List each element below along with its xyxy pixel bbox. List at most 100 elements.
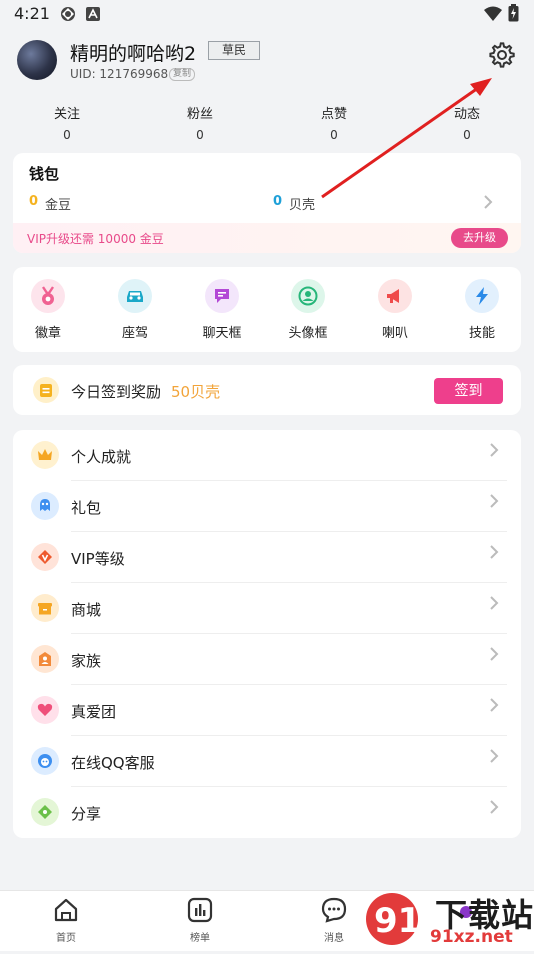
menu-item-family[interactable]: 家族 [13, 634, 521, 685]
signin-text: 今日签到奖励 [71, 383, 162, 401]
feature-label: 座驾 [121, 326, 148, 341]
copy-uid-button[interactable]: 复制 [169, 68, 196, 81]
stat-following[interactable]: 关注 0 [27, 103, 107, 142]
menu-item-shop[interactable]: 商城 [13, 583, 521, 634]
feature-label: 徽章 [34, 326, 61, 341]
feature-label: 喇叭 [381, 326, 408, 341]
wallet-card[interactable]: 钱包 0 金豆 0 贝壳 VIP升级还需 10000 金豆 去升级 [13, 153, 521, 253]
globe-icon [60, 6, 76, 26]
chevron-right-icon [483, 194, 493, 214]
wifi-icon [484, 6, 502, 25]
menu-label: 个人成就 [71, 448, 132, 466]
menu-label: VIP等级 [71, 550, 125, 568]
watermark-number: 91 [374, 901, 421, 941]
shop-icon [31, 594, 59, 622]
avatar-frame-icon [291, 279, 325, 313]
menu-label: 家族 [71, 652, 102, 670]
feature-label: 技能 [468, 326, 495, 341]
chevron-right-icon [489, 748, 499, 768]
menu-item-qq-service[interactable]: 在线QQ客服 [13, 736, 521, 787]
stat-value: 0 [330, 128, 338, 142]
tab-label: 榜单 [190, 933, 210, 944]
feature-skill[interactable]: 技能 [447, 267, 517, 352]
rank-badge: 草民 [208, 41, 260, 60]
vip-upgrade-bar: VIP升级还需 10000 金豆 去升级 [13, 223, 521, 253]
menu-list: 个人成就 礼包 VIP等级 商城 家族 真爱团 在线QQ客服 分享 [13, 430, 521, 838]
chevron-right-icon [489, 442, 499, 462]
chevron-right-icon [489, 595, 499, 615]
gift-pack-icon [31, 492, 59, 520]
heart-group-icon [31, 696, 59, 724]
ranking-icon [187, 897, 213, 923]
menu-item-true-love-group[interactable]: 真爱团 [13, 685, 521, 736]
qq-service-icon [31, 747, 59, 775]
share-icon [31, 798, 59, 826]
shell-value: 0 [273, 194, 283, 209]
menu-label: 在线QQ客服 [71, 754, 155, 772]
chevron-right-icon [489, 493, 499, 513]
settings-gear-icon[interactable] [488, 41, 516, 69]
feature-badge[interactable]: 徽章 [13, 267, 83, 352]
feature-label: 聊天框 [202, 326, 242, 341]
signin-reward: 50贝壳 [171, 383, 221, 401]
menu-label: 分享 [71, 805, 102, 823]
car-icon [118, 279, 152, 313]
wallet-title: 钱包 [29, 165, 60, 183]
avatar[interactable] [17, 40, 57, 80]
vip-icon [31, 543, 59, 571]
chat-frame-icon [205, 279, 239, 313]
menu-label: 商城 [71, 601, 102, 619]
chevron-right-icon [489, 544, 499, 564]
feature-speaker[interactable]: 喇叭 [360, 267, 430, 352]
stat-fans[interactable]: 粉丝 0 [160, 103, 240, 142]
speaker-icon [378, 279, 412, 313]
shell-label: 贝壳 [289, 198, 316, 213]
feature-car[interactable]: 座驾 [100, 267, 170, 352]
gold-bean-value: 0 [29, 194, 39, 209]
stat-label: 关注 [53, 107, 80, 122]
badge-icon [31, 279, 65, 313]
stat-value: 0 [196, 128, 204, 142]
menu-item-vip-level[interactable]: VIP等级 [13, 532, 521, 583]
signin-button[interactable]: 签到 [434, 378, 503, 404]
upgrade-button[interactable]: 去升级 [451, 228, 508, 248]
feature-avatar-frame[interactable]: 头像框 [273, 267, 343, 352]
stat-label: 粉丝 [186, 107, 213, 122]
chevron-right-icon [489, 646, 499, 666]
chevron-right-icon [489, 697, 499, 717]
home-icon [54, 898, 78, 922]
stat-value: 0 [463, 128, 471, 142]
vip-upgrade-text: VIP升级还需 10000 金豆 [27, 232, 164, 246]
feature-label: 头像框 [288, 326, 328, 341]
status-bar: 4:21 [0, 0, 534, 28]
stat-value: 0 [63, 128, 71, 142]
stat-label: 动态 [453, 107, 480, 122]
daily-signin-card: 今日签到奖励 50贝壳 签到 [13, 365, 521, 415]
crown-icon [31, 441, 59, 469]
tab-ranking[interactable]: 榜单 [160, 897, 240, 944]
tab-label: 首页 [56, 933, 76, 944]
app-icon [86, 6, 100, 25]
menu-item-share[interactable]: 分享 [13, 787, 521, 838]
lightning-icon [465, 279, 499, 313]
feature-chat-frame[interactable]: 聊天框 [187, 267, 257, 352]
stat-label: 点赞 [320, 107, 347, 122]
calendar-icon [33, 377, 59, 403]
gold-bean-label: 金豆 [45, 198, 72, 213]
menu-label: 真爱团 [71, 703, 117, 721]
message-icon [321, 897, 347, 923]
chevron-right-icon [489, 799, 499, 819]
menu-label: 礼包 [71, 499, 102, 517]
menu-item-achievements[interactable]: 个人成就 [13, 430, 521, 481]
family-icon [31, 645, 59, 673]
stat-likes[interactable]: 点赞 0 [294, 103, 374, 142]
nickname: 精明的啊哈哟2 [70, 43, 197, 65]
battery-icon [508, 4, 519, 26]
stat-posts[interactable]: 动态 0 [427, 103, 507, 142]
uid-text: UID: 121769968 [70, 67, 169, 81]
menu-item-gift-pack[interactable]: 礼包 [13, 481, 521, 532]
status-time: 4:21 [14, 4, 50, 23]
tab-home[interactable]: 首页 [26, 897, 106, 944]
watermark-url: 91xz.net [430, 927, 513, 947]
features-card: 徽章 座驾 聊天框 头像框 喇叭 技能 [13, 267, 521, 352]
